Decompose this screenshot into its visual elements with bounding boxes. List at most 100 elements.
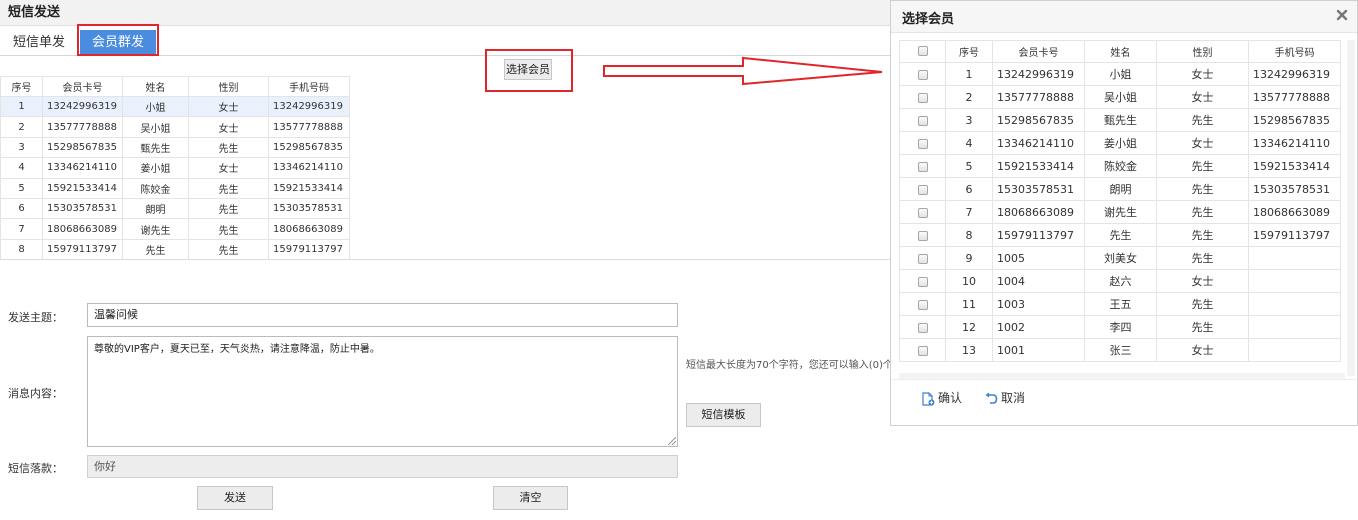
row-phone-cell: 15303578531: [268, 197, 350, 220]
row-index-cell: 6: [945, 177, 993, 201]
subject-input[interactable]: 温馨问候: [87, 303, 678, 327]
undo-arrow-icon: [985, 392, 998, 404]
row-checkbox[interactable]: [917, 253, 928, 264]
row-index-cell: 5: [945, 154, 993, 178]
confirm-button[interactable]: 确认: [921, 389, 962, 407]
table-row[interactable]: 9 1005 刘美女 先生: [899, 246, 1341, 270]
row-phone-cell: 15979113797: [1248, 223, 1341, 247]
table-row[interactable]: 8 15979113797 先生 先生 15979113797: [0, 238, 350, 261]
row-name-cell: 谢先生: [122, 218, 189, 240]
col-sex-header: 性别: [188, 76, 269, 97]
row-checkbox[interactable]: [917, 207, 928, 218]
row-checkbox[interactable]: [917, 161, 928, 172]
row-checkbox[interactable]: [917, 299, 928, 310]
row-name-cell: 张三: [1084, 338, 1157, 362]
row-name-cell: 李四: [1084, 315, 1157, 339]
row-card-cell: 15298567835: [42, 136, 123, 159]
row-phone-cell: 15298567835: [268, 136, 350, 159]
table-row[interactable]: 2 13577778888 吴小姐 女士 13577778888: [899, 85, 1341, 109]
table-row[interactable]: 7 18068663089 谢先生 先生 18068663089: [899, 200, 1341, 224]
row-name-cell: 刘美女: [1084, 246, 1157, 270]
table-row[interactable]: 2 13577778888 吴小姐 女士 13577778888: [0, 116, 350, 138]
cancel-button[interactable]: 取消: [984, 389, 1025, 407]
row-index-cell: 8: [945, 223, 993, 247]
table-row[interactable]: 5 15921533414 陈姣金 先生 15921533414: [0, 177, 350, 199]
row-card-cell: 13242996319: [992, 62, 1085, 86]
sign-input[interactable]: 你好: [87, 455, 678, 478]
table-row[interactable]: 1 13242996319 小姐 女士 13242996319: [0, 95, 350, 118]
content-label: 消息内容：: [8, 387, 63, 400]
row-checkbox[interactable]: [917, 92, 928, 103]
row-checkbox[interactable]: [917, 322, 928, 333]
row-name-cell: 王五: [1084, 292, 1157, 316]
row-phone-cell: 15921533414: [1248, 154, 1341, 178]
table-row[interactable]: 7 18068663089 谢先生 先生 18068663089: [0, 218, 350, 240]
col-index-header: 序号: [945, 40, 993, 63]
table-row[interactable]: 6 15303578531 朗明 先生 15303578531: [899, 177, 1341, 201]
table-row[interactable]: 11 1003 王五 先生: [899, 292, 1341, 316]
row-index-cell: 1: [945, 62, 993, 86]
table-row[interactable]: 6 15303578531 朗明 先生 15303578531: [0, 197, 350, 220]
confirm-label: 确认: [938, 391, 963, 405]
row-index-cell: 4: [945, 131, 993, 155]
row-sex-cell: 先生: [188, 238, 269, 261]
content-textarea[interactable]: 尊敬的VIP客户，夏天已至，天气炎热，请注意降温，防止中暑。: [87, 336, 678, 447]
sms-template-button[interactable]: 短信模板: [686, 403, 761, 427]
row-name-cell: 甄先生: [122, 136, 189, 159]
row-phone-cell: 13242996319: [1248, 62, 1341, 86]
close-icon[interactable]: [1335, 8, 1349, 22]
row-card-cell: 13577778888: [42, 116, 123, 138]
row-card-cell: 1001: [992, 338, 1085, 362]
tab-single-send[interactable]: 短信单发: [6, 30, 72, 56]
row-card-cell: 13346214110: [992, 131, 1085, 155]
row-checkbox[interactable]: [917, 69, 928, 80]
table-row[interactable]: 10 1004 赵六 女士: [899, 269, 1341, 293]
table-row[interactable]: 1 13242996319 小姐 女士 13242996319: [899, 62, 1341, 86]
row-checkbox-cell: [899, 85, 946, 109]
row-card-cell: 18068663089: [992, 200, 1085, 224]
row-checkbox-cell: [899, 292, 946, 316]
row-phone-cell: 13346214110: [1248, 131, 1341, 155]
document-add-icon: [922, 391, 935, 406]
table-row[interactable]: 8 15979113797 先生 先生 15979113797: [899, 223, 1341, 247]
row-checkbox[interactable]: [917, 230, 928, 241]
vertical-scrollbar[interactable]: [1347, 40, 1355, 376]
row-card-cell: 15921533414: [42, 177, 123, 199]
row-sex-cell: 女士: [188, 116, 269, 138]
select-all-checkbox[interactable]: [917, 46, 928, 56]
row-checkbox[interactable]: [917, 345, 928, 356]
resize-grip-icon[interactable]: [668, 437, 676, 445]
row-checkbox[interactable]: [917, 184, 928, 195]
table-row[interactable]: 3 15298567835 甄先生 先生 15298567835: [899, 108, 1341, 132]
send-button[interactable]: 发送: [197, 486, 273, 510]
row-sex-cell: 先生: [1156, 108, 1249, 132]
row-sex-cell: 先生: [188, 177, 269, 199]
row-checkbox[interactable]: [917, 276, 928, 287]
table-row[interactable]: 13 1001 张三 女士: [899, 338, 1341, 362]
row-sex-cell: 女士: [1156, 338, 1249, 362]
col-index-header: 序号: [0, 76, 43, 97]
table-row[interactable]: 12 1002 李四 先生: [899, 315, 1341, 339]
row-card-cell: 15921533414: [992, 154, 1085, 178]
col-name-header: 姓名: [1084, 40, 1157, 63]
row-sex-cell: 先生: [1156, 292, 1249, 316]
row-phone-cell: 15303578531: [1248, 177, 1341, 201]
table-row[interactable]: 4 13346214110 姜小姐 女士 13346214110: [899, 131, 1341, 155]
row-name-cell: 小姐: [1084, 62, 1157, 86]
row-index-cell: 2: [945, 85, 993, 109]
row-checkbox[interactable]: [917, 138, 928, 149]
col-sex-header: 性别: [1156, 40, 1249, 63]
clear-button[interactable]: 清空: [493, 486, 568, 510]
row-card-cell: 1003: [992, 292, 1085, 316]
row-card-cell: 18068663089: [42, 218, 123, 240]
row-phone-cell: [1248, 246, 1341, 270]
table-row[interactable]: 5 15921533414 陈姣金 先生 15921533414: [899, 154, 1341, 178]
row-name-cell: 吴小姐: [1084, 85, 1157, 109]
length-hint: 短信最大长度为70个字符，您还可以输入(0)个字符: [686, 360, 913, 371]
row-sex-cell: 女士: [1156, 62, 1249, 86]
table-row[interactable]: 3 15298567835 甄先生 先生 15298567835: [0, 136, 350, 159]
row-index-cell: 11: [945, 292, 993, 316]
row-checkbox[interactable]: [917, 115, 928, 126]
panel-title: 短信发送: [0, 0, 890, 26]
table-row[interactable]: 4 13346214110 姜小姐 女士 13346214110: [0, 157, 350, 179]
